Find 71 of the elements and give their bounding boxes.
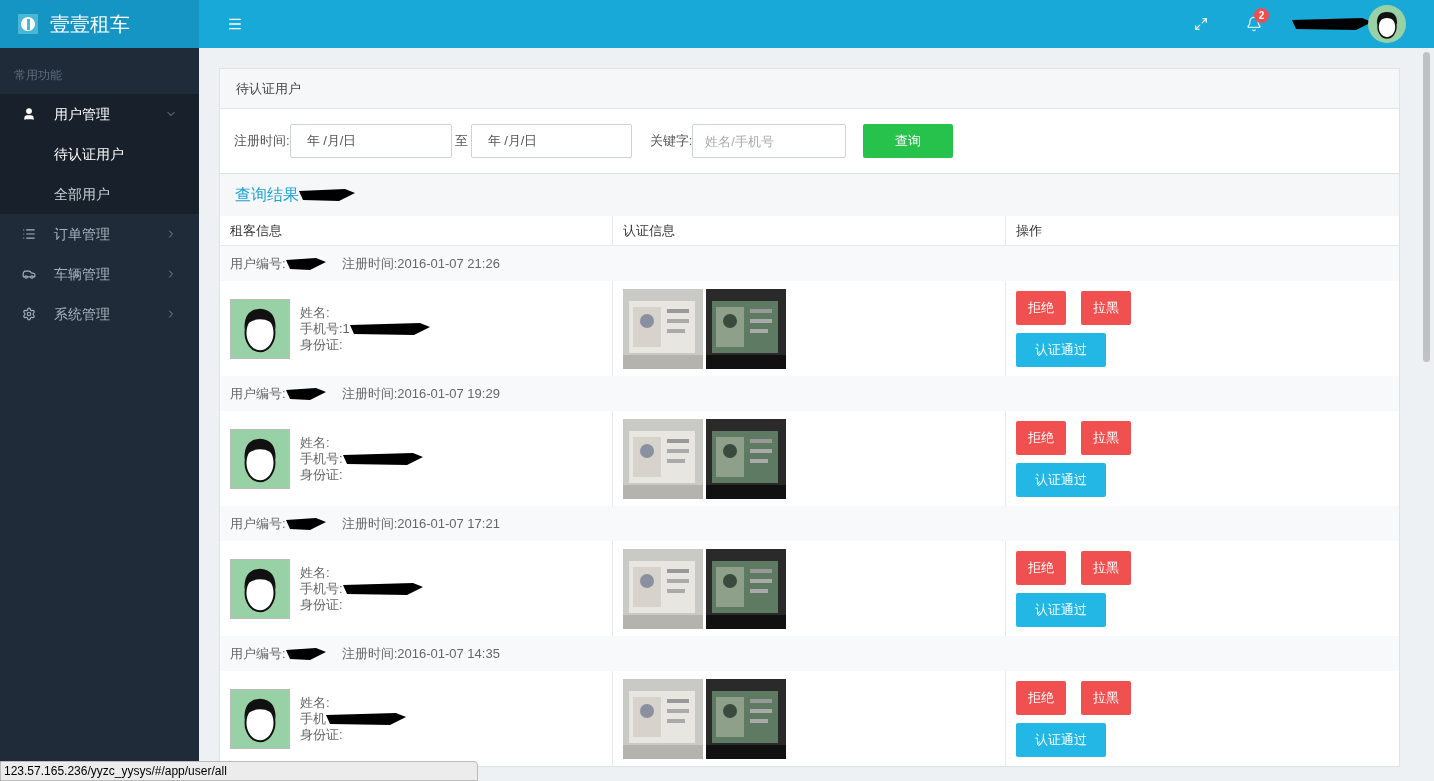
date-from-field[interactable]: 年 /月/日: [289, 124, 452, 158]
sidebar-item[interactable]: 车辆管理: [0, 254, 199, 294]
results-title: 查询结果: [235, 185, 299, 205]
redaction-mark: [285, 386, 326, 401]
reject-button[interactable]: 拒绝: [1016, 550, 1066, 585]
scrollbar[interactable]: [1423, 52, 1430, 362]
user-id-label: 用户编号:: [230, 254, 286, 273]
sidebar-subitem[interactable]: 待认证用户: [0, 134, 199, 174]
approve-button[interactable]: 认证通过: [1016, 592, 1106, 627]
name-label: 姓名:: [300, 564, 331, 581]
notification-count: 2: [1254, 8, 1269, 23]
avatar-icon: [230, 428, 290, 489]
id-card-label: 身份证:: [300, 596, 344, 613]
registration-time: 注册时间:2016-01-07 21:26: [341, 254, 500, 273]
reject-button[interactable]: 拒绝: [1016, 290, 1066, 325]
registration-time: 注册时间:2016-01-07 19:29: [341, 384, 500, 403]
settings-icon: [22, 307, 36, 321]
redaction-mark: [285, 256, 326, 271]
avatar-icon: [230, 558, 290, 619]
phone-label: 手机号:: [300, 450, 343, 467]
date-to-field[interactable]: 年 /月/日: [470, 124, 632, 158]
sidebar-item[interactable]: 订单管理: [0, 214, 199, 254]
name-label: 姓名:: [300, 434, 331, 451]
column-header: 认证信息: [613, 216, 1006, 245]
avatar-icon: [230, 298, 290, 359]
keyword-field[interactable]: 姓名/手机号: [692, 124, 847, 158]
sidebar-subitem[interactable]: 全部用户: [0, 174, 199, 214]
blacklist-button[interactable]: 拉黑: [1081, 290, 1131, 325]
registration-time: 注册时间:2016-01-07 14:35: [341, 644, 500, 663]
search-button[interactable]: 查询: [863, 124, 954, 158]
sidebar-section-title: 常用功能: [13, 67, 63, 84]
reject-button[interactable]: 拒绝: [1016, 680, 1066, 715]
phone-label: 手机: [300, 710, 326, 727]
user-id-label: 用户编号:: [230, 644, 286, 663]
panel-title: 待认证用户: [220, 69, 1399, 109]
registration-time: 注册时间:2016-01-07 17:21: [341, 514, 500, 533]
status-url: 123.57.165.236/yyzc_yysys/#/app/user/all: [0, 761, 478, 781]
date-label: 注册时间:: [234, 132, 290, 151]
redaction-mark: [285, 516, 326, 531]
approve-button[interactable]: 认证通过: [1016, 462, 1106, 497]
keyword-label: 关键字:: [649, 132, 693, 151]
id-card-label: 身份证:: [300, 466, 344, 483]
phone-label: 手机号:: [300, 580, 343, 597]
fullscreen-icon[interactable]: [1194, 17, 1208, 31]
user-icon: [22, 107, 36, 121]
sidebar-item[interactable]: 系统管理: [0, 294, 199, 334]
user-id-label: 用户编号:: [230, 514, 286, 533]
reject-button[interactable]: 拒绝: [1016, 420, 1066, 455]
redaction-mark: [299, 188, 355, 202]
blacklist-button[interactable]: 拉黑: [1081, 550, 1131, 585]
name-label: 姓名:: [300, 304, 331, 321]
brand-name: 壹壹租车: [50, 12, 130, 37]
menu-icon[interactable]: [227, 16, 243, 32]
car-icon: [22, 267, 36, 281]
phone-label: 手机号:1: [300, 320, 350, 337]
name-label: 姓名:: [300, 694, 331, 711]
approve-button[interactable]: 认证通过: [1016, 332, 1106, 367]
avatar-icon[interactable]: [1368, 5, 1406, 43]
id-card-label: 身份证:: [300, 726, 344, 743]
redaction-mark: [285, 646, 326, 661]
list-icon: [22, 227, 36, 241]
avatar-icon: [230, 688, 290, 749]
column-header: 操作: [1015, 221, 1043, 240]
id-card-label: 身份证:: [300, 336, 344, 353]
approve-button[interactable]: 认证通过: [1016, 722, 1106, 757]
date-separator: 至: [454, 132, 468, 151]
blacklist-button[interactable]: 拉黑: [1081, 680, 1131, 715]
logo-icon: [18, 14, 38, 34]
user-id-label: 用户编号:: [230, 384, 286, 403]
column-header: 租客信息: [220, 216, 613, 245]
blacklist-button[interactable]: 拉黑: [1081, 420, 1131, 455]
